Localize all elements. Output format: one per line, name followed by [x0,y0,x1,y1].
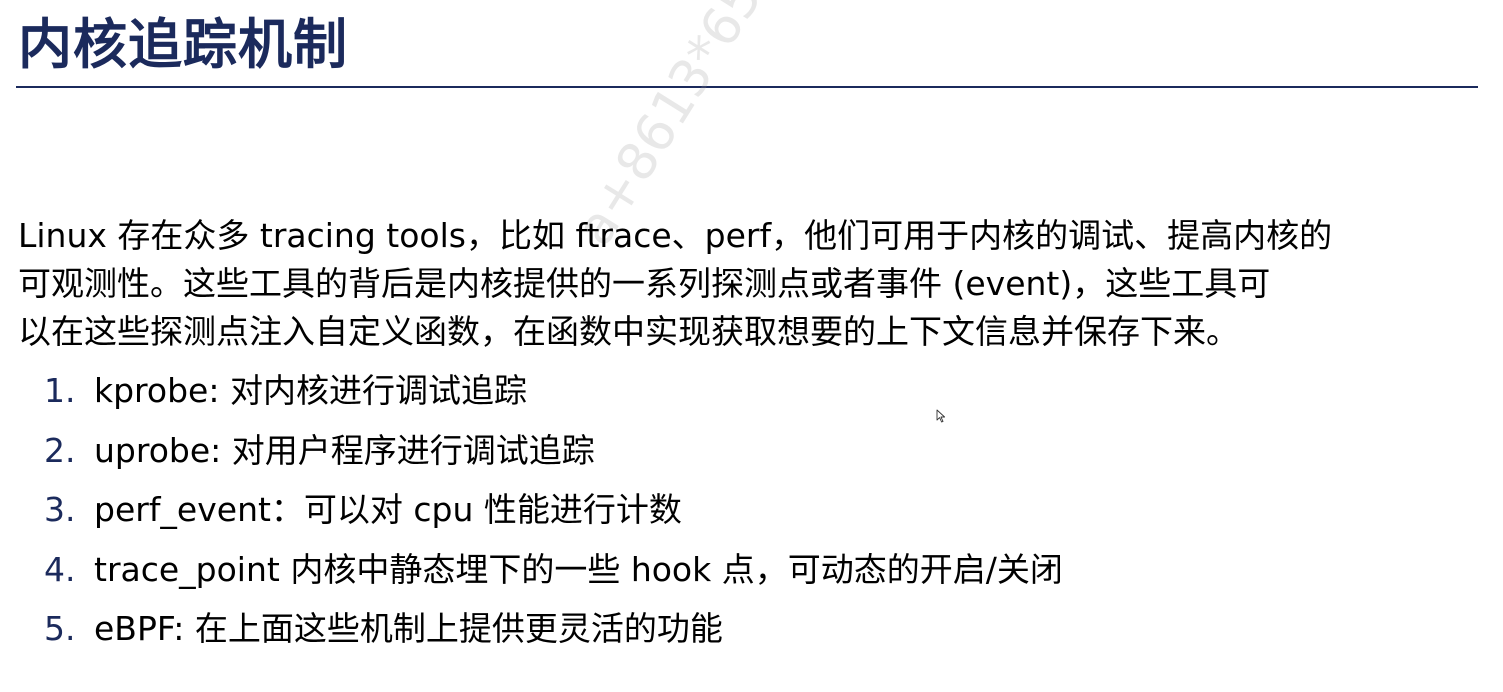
list-item-text: trace_point 内核中静态埋下的一些 hook 点，可动态的开启/关闭 [94,549,1063,589]
intro-paragraph: Linux 存在众多 tracing tools，比如 ftrace、perf，… [18,212,1488,356]
paragraph-line: 可观测性。这些工具的背后是内核提供的一系列探测点或者事件 (event)，这些工… [18,264,1271,303]
paragraph-line: Linux 存在众多 tracing tools，比如 ftrace、perf，… [18,216,1333,255]
list-item-text: kprobe: 对内核进行调试追踪 [94,371,527,410]
list-item-number: 3. [44,490,76,529]
list-item-number: 5. [44,609,76,648]
list-item-text: eBPF: 在上面这些机制上提供更灵活的功能 [94,609,723,648]
title-divider [16,86,1478,88]
list-item-text: uprobe: 对用户程序进行调试追踪 [94,430,595,470]
paragraph-line: 以在这些探测点注入自定义函数，在函数中实现获取想要的上下文信息并保存下来。 [18,312,1239,351]
mouse-pointer-icon [936,409,946,423]
slide-title: 内核追踪机制 [18,13,348,76]
list-item-text: perf_event：可以对 cpu 性能进行计数 [94,490,682,529]
list-item-number: 1. [44,371,76,410]
list-item-number: 2. [44,430,76,470]
list-item-number: 4. [44,549,76,589]
slide: 内核追踪机制 a+8613*652287 Linux 存在众多 tracing … [0,0,1503,692]
